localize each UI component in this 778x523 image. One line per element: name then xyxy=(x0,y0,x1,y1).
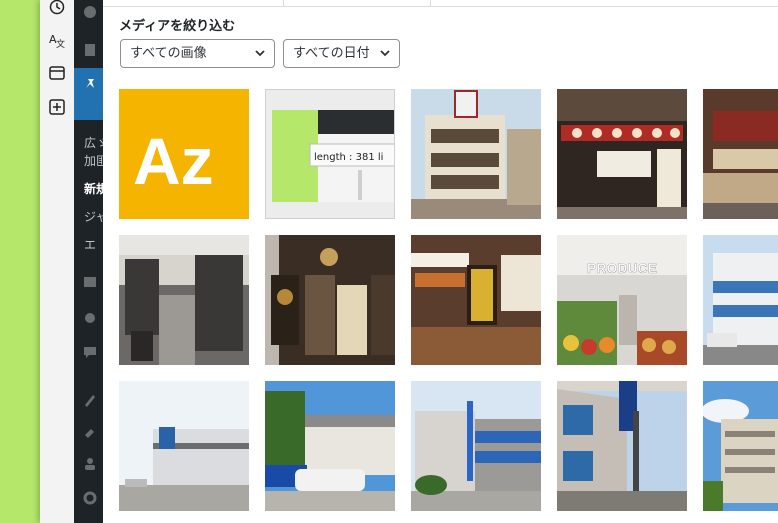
apartment-building-thumb[interactable] xyxy=(703,381,778,511)
settings-icon[interactable] xyxy=(82,490,98,506)
az-logo-thumb[interactable]: Az xyxy=(119,89,249,219)
svg-text:文: 文 xyxy=(56,38,65,49)
appearance-icon[interactable] xyxy=(82,392,98,408)
pages-icon[interactable] xyxy=(82,274,98,290)
history-icon[interactable] xyxy=(48,0,66,16)
sidebar-label-4[interactable]: ジャ xyxy=(84,208,103,225)
media-filter-label: メディアを絞り込む xyxy=(119,19,236,34)
comments-icon[interactable] xyxy=(82,344,98,360)
deli-counter-thumb[interactable] xyxy=(411,235,541,365)
shop-front-thumb[interactable] xyxy=(557,89,687,219)
thumb-text: length : 381 li xyxy=(314,152,383,163)
chevron-down-icon xyxy=(379,40,391,77)
new-tab-icon[interactable] xyxy=(48,98,66,116)
pin-icon xyxy=(82,76,98,92)
sidebar-label-5[interactable]: エ xyxy=(84,236,96,253)
sidebar-label-1[interactable]: 広ゞ xyxy=(84,134,103,151)
active-tab[interactable] xyxy=(283,0,431,6)
shop-front-partial-thumb[interactable] xyxy=(703,89,778,219)
plugins-icon[interactable] xyxy=(82,310,98,326)
restaurant-entrance-thumb[interactable] xyxy=(265,235,395,365)
sidebar-label-3[interactable]: 新規 xyxy=(84,180,103,197)
media-date-select-value: すべての日付 xyxy=(293,46,370,61)
produce-market-thumb[interactable]: PRODUCE xyxy=(557,235,687,365)
office-building-3-thumb[interactable] xyxy=(557,381,687,511)
browser-side-toolbar: A文 xyxy=(40,0,75,523)
restaurant-interior-thumb[interactable] xyxy=(119,235,249,365)
thumb-text: Az xyxy=(133,124,214,198)
warehouse-thumb[interactable] xyxy=(119,381,249,511)
dashboard-icon[interactable] xyxy=(82,4,98,20)
media-type-select-value: すべての画像 xyxy=(130,46,207,61)
window-icon[interactable] xyxy=(48,64,66,82)
showroom-thumb[interactable] xyxy=(265,381,395,511)
media-library-modal: メディアを絞り込む すべての画像 すべての日付 Az length : 381 … xyxy=(103,0,778,523)
translate-icon[interactable]: A文 xyxy=(48,31,66,50)
sidebar-label-2[interactable]: 加匪 xyxy=(84,152,103,169)
posts-icon[interactable] xyxy=(82,42,98,58)
chevron-down-icon xyxy=(254,40,266,77)
tools-icon[interactable] xyxy=(82,422,98,438)
admin-sidebar: 広ゞ 加匪 新規 ジャ エ xyxy=(74,0,103,523)
media-date-select[interactable]: すべての日付 xyxy=(283,39,400,68)
thumb-text: PRODUCE xyxy=(587,260,657,276)
screenshot-thumb[interactable]: length : 381 li xyxy=(265,89,395,219)
users-icon[interactable] xyxy=(82,456,98,472)
office-building-2-thumb[interactable] xyxy=(411,381,541,511)
japanese-building-thumb[interactable] xyxy=(411,89,541,219)
modal-tabs xyxy=(103,0,778,7)
office-building-thumb[interactable] xyxy=(703,235,778,365)
media-type-select[interactable]: すべての画像 xyxy=(120,39,275,68)
